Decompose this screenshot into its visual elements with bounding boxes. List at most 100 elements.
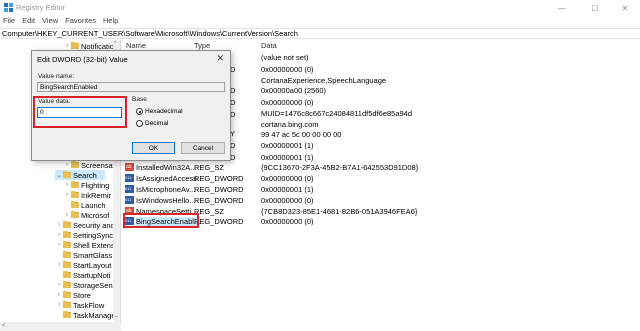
ok-button[interactable]: OK: [132, 142, 175, 154]
chevron-right-icon[interactable]: ›: [55, 292, 63, 298]
tree-item-smartglass[interactable]: SmartGlass: [55, 250, 112, 260]
value-data: cortana.bing.com: [261, 120, 319, 129]
tree-item-label: StartLayout: [73, 260, 112, 270]
chevron-right-icon[interactable]: ›: [55, 232, 63, 238]
list-item[interactable]: IsAssignedAccess REG_DWORD 0x00000000 (0…: [123, 173, 640, 183]
value-data: {7CB8D323-85E1-4681-82B6-051A3946FEA6}: [261, 207, 418, 216]
tree-item-startupnoti[interactable]: StartupNoti: [55, 270, 111, 280]
highlight-box: [123, 213, 199, 228]
radio-decimal[interactable]: Decimal: [136, 120, 168, 127]
chevron-right-icon[interactable]: ›: [55, 262, 63, 268]
chevron-down-icon[interactable]: ⌄: [55, 172, 63, 179]
column-header-data[interactable]: Data: [261, 41, 277, 52]
tree-item-label: Launch: [81, 200, 106, 210]
tree-item-store[interactable]: › Store: [55, 290, 91, 300]
folder-icon: [63, 271, 71, 278]
scroll-left-icon[interactable]: <: [2, 323, 6, 329]
value-data: 0x00000000 (0): [261, 174, 314, 183]
chevron-right-icon[interactable]: ›: [55, 302, 63, 308]
tree-item-label: Store: [73, 290, 91, 300]
menu-bar: File Edit View Favorites Help: [0, 16, 118, 28]
chevron-right-icon[interactable]: ›: [55, 222, 63, 228]
tree-horizontal-scrollbar[interactable]: <: [0, 322, 121, 331]
folder-icon: [63, 301, 71, 308]
tree-item-label: InkRemir: [81, 190, 112, 200]
tree-item-startlayout[interactable]: › StartLayout: [55, 260, 111, 270]
value-type: REG_DWORD: [194, 185, 244, 194]
value-type: REG_DWORD: [194, 196, 244, 205]
tree-item-settingsync[interactable]: › SettingSync: [55, 230, 113, 240]
value-data: 0x00000000 (0): [261, 98, 314, 107]
value-data: 0x00000000 (0): [261, 196, 314, 205]
folder-icon: [63, 251, 71, 258]
tree-item-taskflow[interactable]: › TaskFlow: [55, 300, 104, 310]
chevron-right-icon[interactable]: ›: [55, 242, 63, 248]
folder-icon: [71, 42, 79, 49]
tree-item-shell-extens[interactable]: › Shell Extens: [55, 240, 115, 250]
chevron-right-icon[interactable]: ›: [55, 282, 63, 288]
tree-item-label: TaskFlow: [73, 300, 105, 310]
tree-item-taskmanage[interactable]: TaskManage: [55, 310, 116, 320]
chevron-right-icon[interactable]: ›: [63, 192, 71, 198]
menu-file[interactable]: File: [3, 16, 15, 28]
tree-item-inkremir[interactable]: › InkRemir: [63, 190, 111, 200]
dialog-title: Edit DWORD (32-bit) Value: [37, 55, 128, 64]
value-name-field: BingSearchEnabled: [37, 82, 225, 92]
tree-item-search[interactable]: ⌄ Search: [55, 170, 105, 180]
scroll-up-icon[interactable]: ^: [114, 41, 117, 47]
radio-hexadecimal[interactable]: Hexadecimal: [136, 108, 183, 115]
dialog-close-icon[interactable]: ✕: [216, 53, 224, 64]
address-bar[interactable]: Computer\HKEY_CURRENT_USER\Software\Micr…: [0, 28, 640, 39]
maximize-button[interactable]: ☐: [580, 0, 610, 16]
scroll-down-icon[interactable]: ⌄: [114, 312, 119, 319]
tree-item-security-and[interactable]: › Security and: [55, 220, 115, 230]
list-item[interactable]: IsWindowsHello... REG_DWORD 0x00000000 (…: [123, 195, 640, 205]
tree-item-storagesen[interactable]: › StorageSen: [55, 280, 113, 290]
title-bar: Registry Editor — ☐ ✕: [0, 0, 640, 16]
menu-view[interactable]: View: [42, 16, 58, 28]
value-data: 99 47 ac 5c 00 00 00 00: [261, 130, 342, 139]
menu-help[interactable]: Help: [103, 16, 118, 28]
list-item[interactable]: IsMicrophoneAv... REG_DWORD 0x00000001 (…: [123, 184, 640, 194]
tree-item-launch[interactable]: Launch: [63, 200, 106, 210]
value-data: 0x00000a00 (2560): [261, 86, 327, 95]
value-name: IsMicrophoneAv...: [136, 185, 196, 194]
close-icon: ✕: [621, 3, 629, 13]
tree-item-label: SettingSync: [73, 230, 114, 240]
folder-icon: [71, 181, 79, 188]
list-item[interactable]: InstalledWin32A... REG_SZ {9CC13670-2F3A…: [123, 162, 640, 172]
chevron-right-icon[interactable]: ›: [63, 212, 71, 218]
minimize-icon: —: [558, 3, 566, 13]
radio-label: Decimal: [145, 120, 169, 127]
highlight-box: [33, 96, 127, 128]
value-name-label: Value name:: [38, 73, 75, 80]
cancel-button[interactable]: Cancel: [181, 142, 225, 154]
folder-icon: [71, 201, 79, 208]
folder-icon: [63, 261, 71, 268]
chevron-right-icon[interactable]: ›: [63, 43, 71, 49]
list-item-bingsearchenabled[interactable]: BingSearchEnabl... REG_DWORD 0x00000000 …: [123, 216, 640, 226]
chevron-right-icon[interactable]: ›: [63, 162, 71, 168]
value-data: 0x00000001 (1): [261, 141, 314, 150]
value-data: {9CC13670-2F3A-45B2-B7A1-642553D91D08}: [261, 163, 419, 172]
window-title: Registry Editor: [16, 3, 66, 12]
registry-editor-icon: [4, 3, 13, 12]
list-item[interactable]: NamespaceSetti... REG_SZ {7CB8D323-85E1-…: [123, 206, 640, 216]
tree-item-label: Flighting: [81, 180, 110, 190]
tree-item-microsof[interactable]: › Microsof: [63, 210, 109, 220]
menu-edit[interactable]: Edit: [22, 16, 35, 28]
value-data: (value not set): [261, 53, 309, 62]
value-data: 0x00000000 (0): [261, 217, 314, 226]
minimize-button[interactable]: —: [547, 0, 577, 16]
tree-item-flighting[interactable]: › Flighting: [63, 180, 109, 190]
folder-icon: [71, 211, 79, 218]
folder-icon: [63, 221, 71, 228]
value-name: InstalledWin32A...: [136, 163, 197, 172]
chevron-right-icon[interactable]: ›: [63, 182, 71, 188]
tree-item-label: Search: [73, 170, 97, 180]
radio-label: Hexadecimal: [145, 108, 183, 115]
folder-icon: [63, 171, 71, 178]
close-button[interactable]: ✕: [610, 0, 640, 16]
menu-favorites[interactable]: Favorites: [65, 16, 96, 28]
dword-value-icon: [125, 196, 134, 204]
